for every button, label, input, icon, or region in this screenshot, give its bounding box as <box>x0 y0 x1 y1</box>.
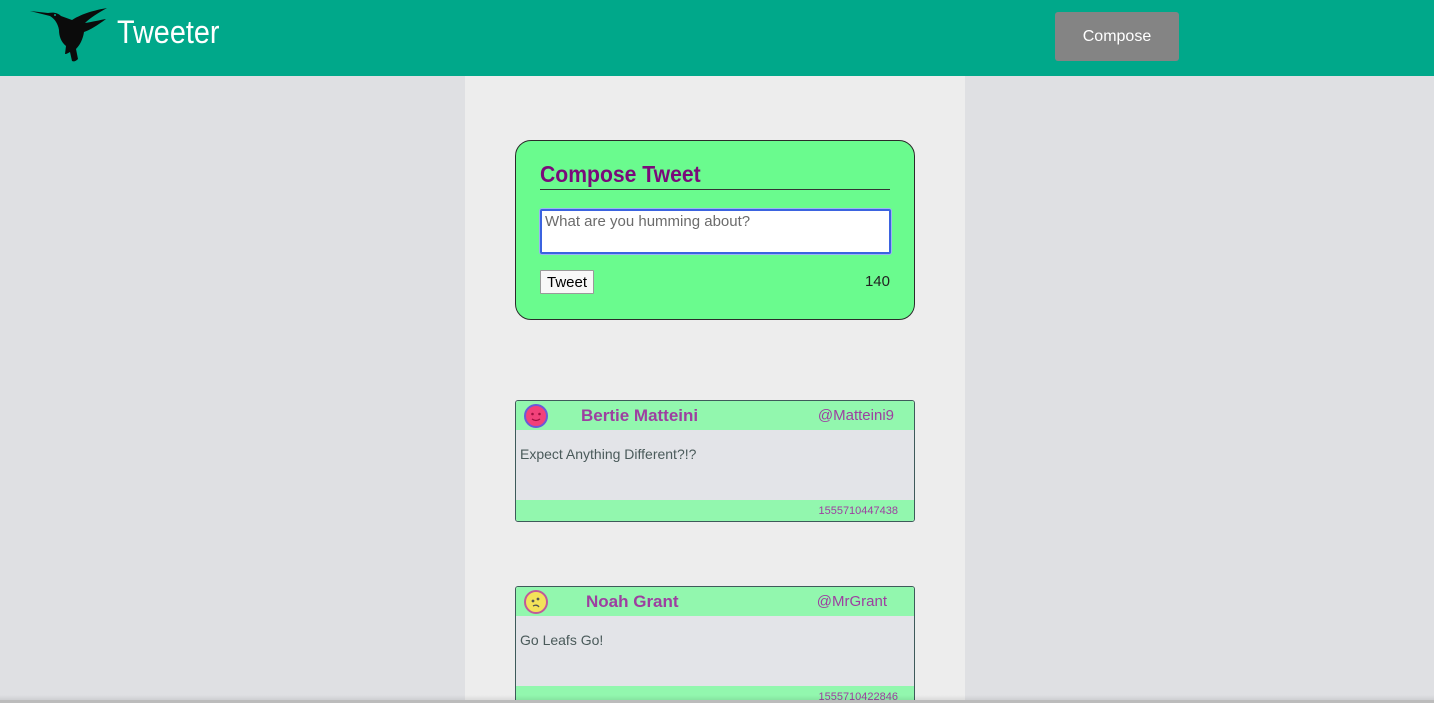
tweet-content: Go Leafs Go! <box>520 632 604 648</box>
compose-tweet-panel: Compose Tweet Tweet 140 <box>515 140 915 320</box>
tweet-author-name: Bertie Matteini <box>581 406 699 425</box>
tweet-content: Expect Anything Different?!? <box>520 446 697 462</box>
character-counter: 140 <box>864 273 890 290</box>
tweet-card: Bertie Matteini @Matteini9 Expect Anythi… <box>515 400 915 522</box>
nav-bar: Tweeter Compose <box>0 0 1434 76</box>
tweet-timestamp: 1555710447438 <box>818 505 898 517</box>
pink-face-avatar-icon <box>524 404 548 428</box>
tweet-author-handle: @Matteini9 <box>817 407 894 424</box>
tweet-submit-button[interactable]: Tweet <box>540 270 594 294</box>
main-container: Compose Tweet Tweet 140 Bertie Matteini … <box>465 76 965 703</box>
compose-button[interactable]: Compose <box>1055 12 1179 61</box>
brand-title: Tweeter <box>117 14 220 50</box>
tweet-header: Bertie Matteini @Matteini9 <box>516 401 914 430</box>
tweet-author-handle: @MrGrant <box>816 593 887 610</box>
tweet-text-input[interactable] <box>540 209 891 254</box>
compose-tweet-title: Compose Tweet <box>540 161 890 190</box>
yellow-face-avatar-icon <box>524 590 548 614</box>
tweet-author-name: Noah Grant <box>586 592 679 611</box>
tweet-footer: 1555710447438 <box>516 500 914 521</box>
tweet-card: Noah Grant @MrGrant Go Leafs Go! 1555710… <box>515 586 915 703</box>
tweet-header: Noah Grant @MrGrant <box>516 587 914 616</box>
hummingbird-icon <box>30 8 107 62</box>
